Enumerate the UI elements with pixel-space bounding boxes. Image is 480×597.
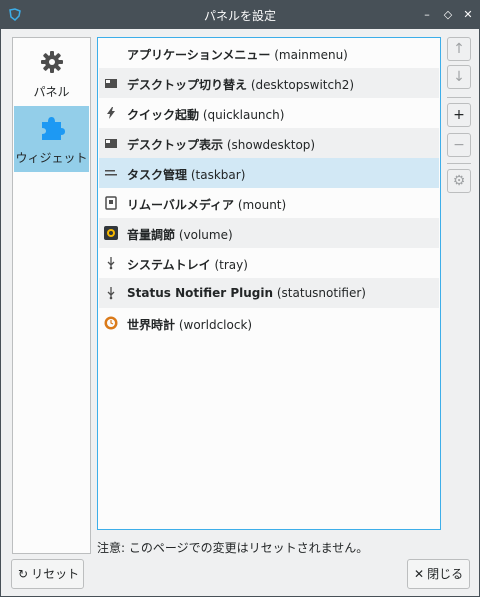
widget-id: (showdesktop)	[226, 138, 316, 152]
configure-widget-button[interactable]: ⚙	[447, 169, 471, 193]
reset-label: リセット	[31, 567, 80, 581]
close-button[interactable]: ✕ 閉じる	[407, 559, 470, 589]
list-item[interactable]: デスクトップ表示 (showdesktop)	[99, 128, 439, 158]
move-up-button[interactable]: ↑	[447, 37, 471, 61]
widget-id: (quicklaunch)	[202, 108, 285, 122]
divider	[447, 163, 471, 164]
list-item[interactable]: タスク管理 (taskbar)	[99, 158, 439, 188]
clock-icon	[104, 316, 118, 330]
titlebar[interactable]: パネルを設定 – ◇ ✕	[1, 1, 479, 29]
widget-name: デスクトップ切り替え	[127, 78, 248, 92]
widget-name: クイック起動	[127, 108, 200, 122]
widget-id: (tray)	[214, 258, 248, 272]
maximize-button[interactable]: ◇	[440, 7, 456, 23]
note-text: 注意: このページでの変更はリセットされません。	[97, 541, 369, 555]
sidebar-item-panel[interactable]: パネル	[14, 40, 89, 106]
list-item[interactable]: 音量調節 (volume)	[99, 218, 439, 248]
widget-name: システムトレイ	[127, 258, 211, 272]
sidebar: パネル ウィジェット	[12, 37, 91, 554]
list-item[interactable]: クイック起動 (quicklaunch)	[99, 98, 439, 128]
speaker-icon	[104, 226, 118, 240]
add-widget-button[interactable]: +	[447, 103, 471, 127]
tray-icon	[107, 287, 115, 300]
sidebar-item-label: ウィジェット	[15, 151, 88, 165]
widget-name: タスク管理	[127, 168, 188, 182]
reset-button[interactable]: ↻ リセット	[11, 559, 84, 589]
sidebar-item-label: パネル	[33, 85, 70, 99]
widget-name: 世界時計	[127, 318, 176, 332]
undo-icon: ↻	[18, 567, 29, 581]
window-title: パネルを設定	[203, 9, 276, 23]
close-icon: ✕	[414, 567, 425, 581]
desktop-icon	[105, 79, 117, 88]
list-item[interactable]: デスクトップ切り替え (desktopswitch2)	[99, 68, 439, 98]
widget-id: (taskbar)	[190, 168, 246, 182]
drive-icon	[105, 196, 117, 210]
tray-icon	[107, 257, 115, 270]
divider	[447, 97, 471, 98]
lightning-icon	[107, 107, 115, 119]
widget-list[interactable]: アプリケーションメニュー (mainmenu) デスクトップ切り替え (desk…	[97, 37, 441, 530]
desktop-icon	[105, 139, 117, 148]
list-item[interactable]: Status Notifier Plugin (statusnotifier)	[99, 278, 439, 308]
widget-id: (mainmenu)	[274, 48, 348, 62]
minimize-button[interactable]: –	[419, 7, 435, 23]
widget-id: (desktopswitch2)	[250, 78, 355, 92]
widget-id: (worldclock)	[178, 318, 253, 332]
remove-widget-button[interactable]: −	[447, 133, 471, 157]
widget-id: (mount)	[237, 198, 287, 212]
widget-name: Status Notifier Plugin	[127, 286, 274, 300]
list-item[interactable]: アプリケーションメニュー (mainmenu)	[99, 38, 439, 68]
widget-id: (volume)	[178, 228, 233, 242]
list-item[interactable]: リムーバルメディア (mount)	[99, 188, 439, 218]
widget-name: デスクトップ表示	[127, 138, 224, 152]
settings-window: パネルを設定 – ◇ ✕ パネル ウィジェット アプリケーションメニュー (ma…	[0, 0, 480, 597]
move-down-button[interactable]: ↓	[447, 65, 471, 89]
widget-name: 音量調節	[127, 228, 176, 242]
taskbar-icon	[105, 170, 117, 176]
list-item[interactable]: システムトレイ (tray)	[99, 248, 439, 278]
close-window-button[interactable]: ✕	[460, 7, 476, 23]
gear-icon	[41, 51, 63, 73]
list-item[interactable]: 世界時計 (worldclock)	[99, 308, 439, 338]
sidebar-item-widgets[interactable]: ウィジェット	[14, 106, 89, 172]
close-label: 閉じる	[427, 567, 464, 581]
widget-name: リムーバルメディア	[127, 198, 235, 212]
widget-id: (statusnotifier)	[276, 286, 366, 300]
puzzle-icon	[42, 117, 65, 140]
widget-name: アプリケーションメニュー	[127, 48, 271, 62]
